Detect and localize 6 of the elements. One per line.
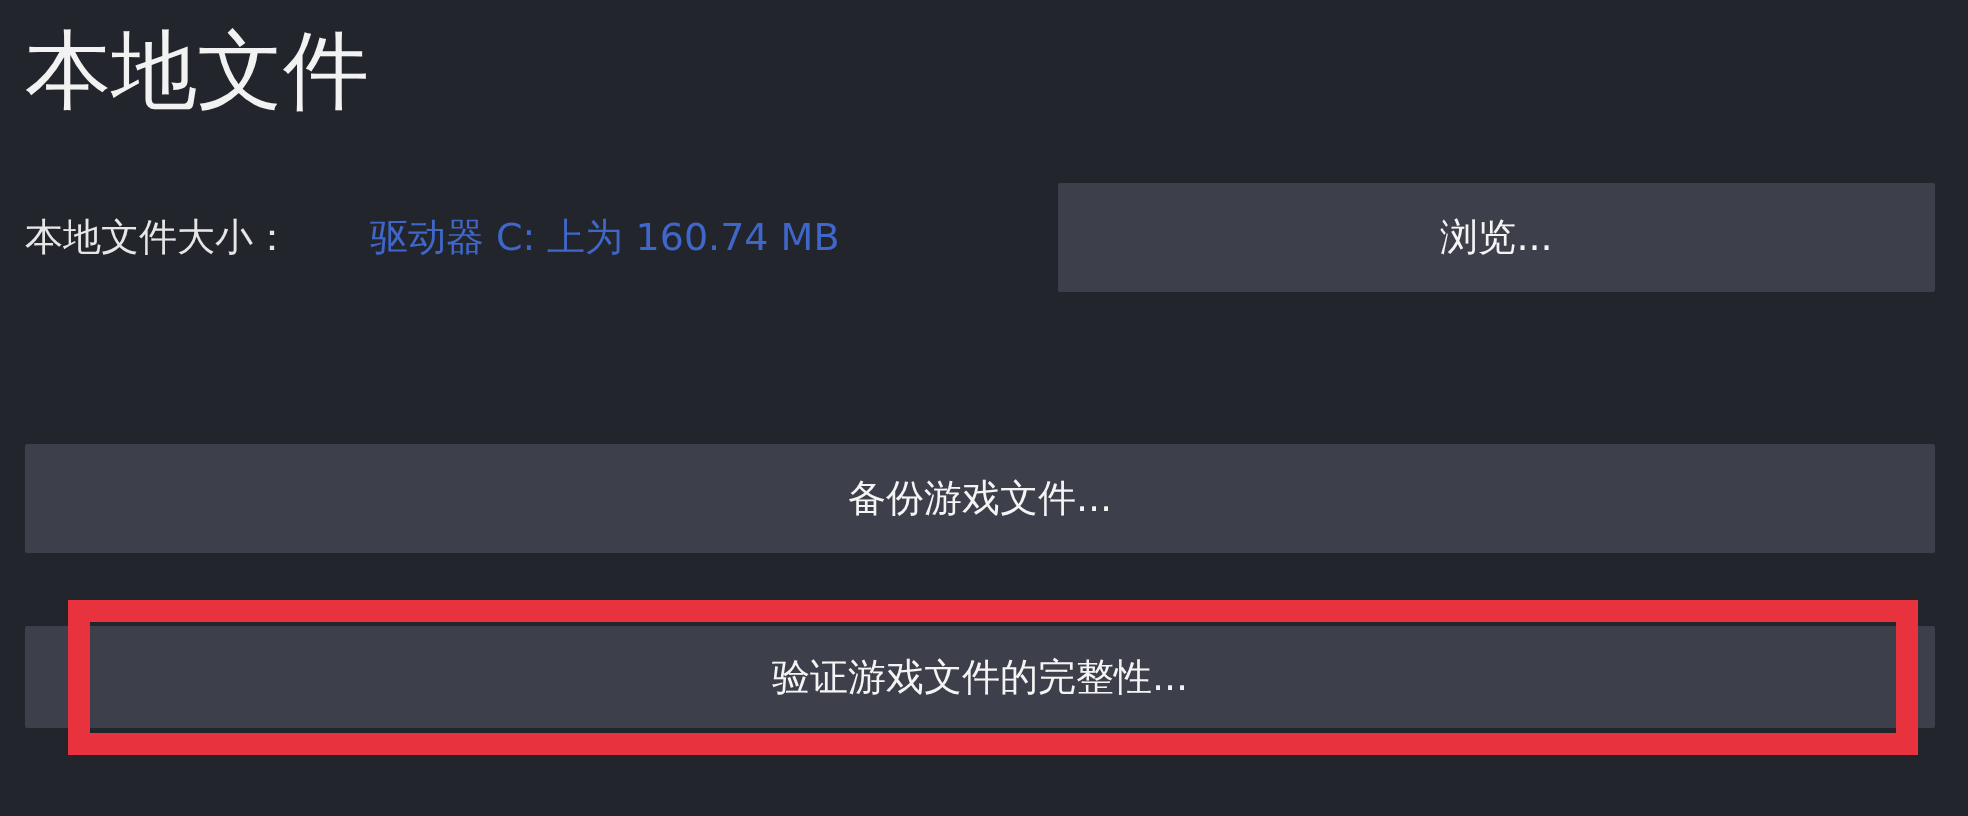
action-button[interactable]: 备份游戏文件... [25, 444, 1935, 553]
action-button[interactable]: 验证游戏文件的完整性... [25, 626, 1935, 728]
browse-button[interactable]: 浏览... [1058, 183, 1935, 292]
page-title: 本地文件 [25, 19, 370, 122]
size-value: 驱动器 C: 上为 160.74 MB [370, 214, 841, 261]
size-label: 本地文件大小： [25, 214, 292, 261]
